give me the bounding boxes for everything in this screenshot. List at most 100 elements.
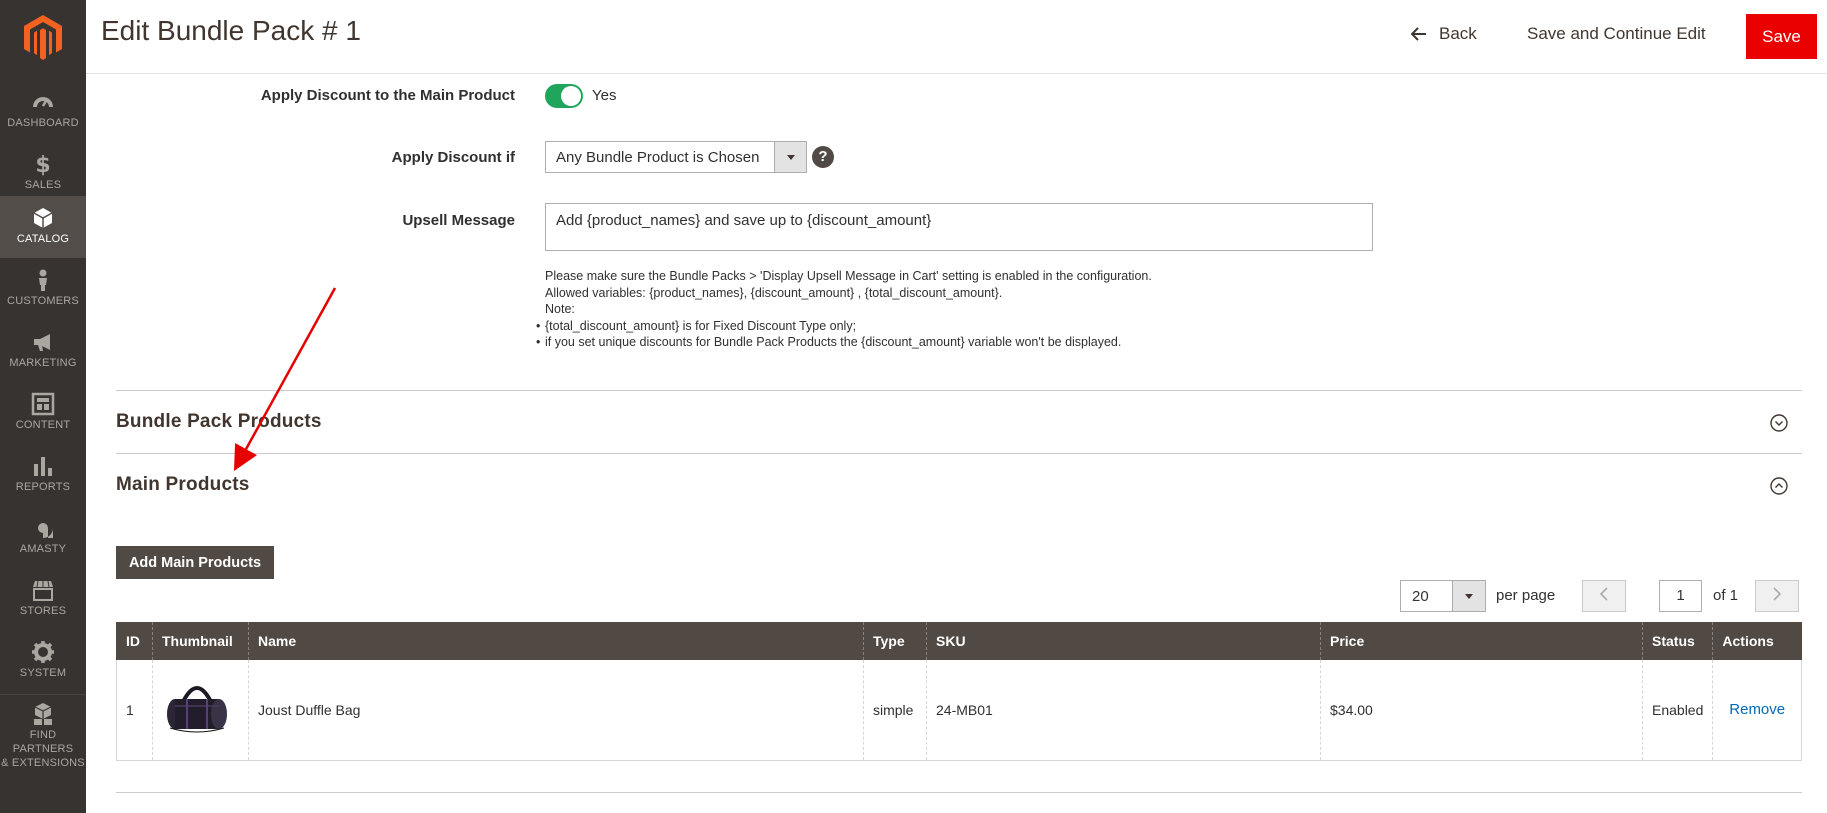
column-header-status[interactable]: Status [1641,622,1713,660]
sidebar-item-label: CUSTOMERS [7,295,79,307]
sidebar-item-sales[interactable]: $ SALES [0,142,86,204]
cell-type: simple [863,660,927,761]
cell-actions: Remove [1712,660,1802,761]
admin-sidebar: DASHBOARD $ SALES CATALOG CUSTOMERS MARK… [0,0,86,813]
section-divider [116,792,1802,793]
note-line: Please make sure the Bundle Packs > 'Dis… [545,269,1152,283]
sidebar-item-label: FIND PARTNERS [12,729,74,755]
sidebar-item-label: STORES [19,605,67,617]
cell-status: Enabled [1641,660,1713,761]
apply-discount-if-select[interactable]: Any Bundle Product is Chosen [545,141,807,173]
section-divider [116,390,1802,391]
sidebar-item-reports[interactable]: REPORTS [0,444,86,506]
sidebar-item-amasty[interactable]: AMASTY [0,506,86,568]
sidebar-item-label: REPORTS [15,481,71,493]
sidebar-item-label: AMASTY [19,543,67,555]
per-page-select[interactable]: 20 [1400,580,1486,612]
note-line: Allowed variables: {product_names}, {dis… [545,285,1003,300]
magento-logo-icon[interactable] [21,13,65,61]
amasty-icon [33,518,53,538]
toggle-knob [561,86,581,106]
upsell-message-label: Upsell Message [402,212,515,229]
table-row: 1 Joust Duffle Bag simple 24-MB01 $34.00… [116,660,1802,761]
add-main-products-button[interactable]: Add Main Products [116,546,274,579]
per-page-value: 20 [1412,588,1429,605]
apply-discount-main-value: Yes [592,87,617,104]
sidebar-item-stores[interactable]: STORES [0,568,86,630]
column-header-name[interactable]: Name [248,622,864,660]
sidebar-item-customers[interactable]: CUSTOMERS [0,258,86,320]
note-bullet: {total_discount_amount} is for Fixed Dis… [536,318,1152,335]
sidebar-item-marketing[interactable]: MARKETING [0,320,86,382]
back-button-label: Back [1439,24,1477,43]
chevron-right-icon [1773,587,1782,601]
svg-text:$: $ [35,153,50,176]
dollar-icon: $ [35,153,50,176]
megaphone-icon [34,334,50,351]
page-header: Edit Bundle Pack # 1 Back Save and Conti… [86,0,1827,74]
note-bullet: if you set unique discounts for Bundle P… [536,334,1152,351]
boxes-icon [34,703,52,725]
bar-chart-icon [34,457,52,476]
person-icon [39,269,47,291]
per-page-label: per page [1496,587,1556,604]
arrow-left-icon [1411,27,1426,41]
layout-icon [31,392,55,416]
product-thumbnail-duffle-bag [167,686,227,733]
column-header-price[interactable]: Price [1320,622,1643,660]
section-main-products[interactable]: Main Products [116,474,250,496]
remove-link[interactable]: Remove [1729,701,1785,718]
apply-discount-main-toggle[interactable] [545,84,583,108]
cube-icon [33,208,53,228]
sidebar-item-label: MARKETING [9,357,77,369]
column-header-id[interactable]: ID [116,622,153,660]
gear-icon [32,641,54,663]
back-button[interactable]: Back [1411,24,1477,44]
sidebar-item-content[interactable]: CONTENT [0,382,86,444]
sidebar-item-find-partners[interactable]: FIND PARTNERS & EXTENSIONS [0,696,86,769]
sidebar-item-label: CATALOG [16,233,70,245]
cell-price: $34.00 [1320,660,1643,761]
save-and-continue-button[interactable]: Save and Continue Edit [1527,24,1706,44]
sidebar-divider [0,694,86,695]
table-header-row: ID Thumbnail Name Type SKU Price Status … [116,622,1802,660]
sidebar-item-dashboard[interactable]: DASHBOARD [0,80,86,142]
column-header-type[interactable]: Type [863,622,927,660]
chevron-down-icon [774,142,806,172]
sidebar-item-label: SYSTEM [19,667,67,679]
sidebar-item-label: CONTENT [15,419,71,431]
sidebar-item-system[interactable]: SYSTEM [0,630,86,692]
previous-page-button[interactable] [1582,580,1626,612]
section-divider [116,453,1802,454]
main-products-grid: ID Thumbnail Name Type SKU Price Status … [116,622,1802,761]
column-header-thumbnail[interactable]: Thumbnail [152,622,249,660]
column-header-sku[interactable]: SKU [926,622,1321,660]
column-header-actions: Actions [1712,622,1802,660]
upsell-message-notes: Please make sure the Bundle Packs > 'Dis… [536,268,1152,351]
cell-name: Joust Duffle Bag [248,660,864,761]
chevron-up-circle-icon[interactable] [1770,477,1788,495]
chevron-down-icon [1452,581,1485,611]
upsell-message-field[interactable]: Add {product_names} and save up to {disc… [545,203,1373,251]
chevron-down-circle-icon[interactable] [1770,414,1788,432]
page-title: Edit Bundle Pack # 1 [101,15,361,46]
cell-sku: 24-MB01 [926,660,1321,761]
apply-discount-main-label: Apply Discount to the Main Product [260,87,515,104]
store-icon [33,580,53,601]
next-page-button[interactable] [1755,580,1799,612]
page-of-label: of 1 [1713,587,1739,604]
section-bundle-pack-products[interactable]: Bundle Pack Products [116,411,322,433]
chevron-left-icon [1599,587,1608,601]
sidebar-item-label-line2: & EXTENSIONS [1,757,85,769]
sidebar-item-catalog[interactable]: CATALOG [0,196,86,258]
select-value: Any Bundle Product is Chosen [556,149,760,166]
dashboard-icon [33,97,53,107]
save-button[interactable]: Save [1746,14,1817,59]
help-icon[interactable]: ? [812,146,834,168]
page-number-input[interactable]: 1 [1659,580,1702,612]
apply-discount-if-label: Apply Discount if [391,149,515,166]
cell-thumbnail [152,660,249,761]
note-line: Note: [545,302,575,316]
note-list: {total_discount_amount} is for Fixed Dis… [536,318,1152,351]
sidebar-item-label: DASHBOARD [7,117,79,129]
